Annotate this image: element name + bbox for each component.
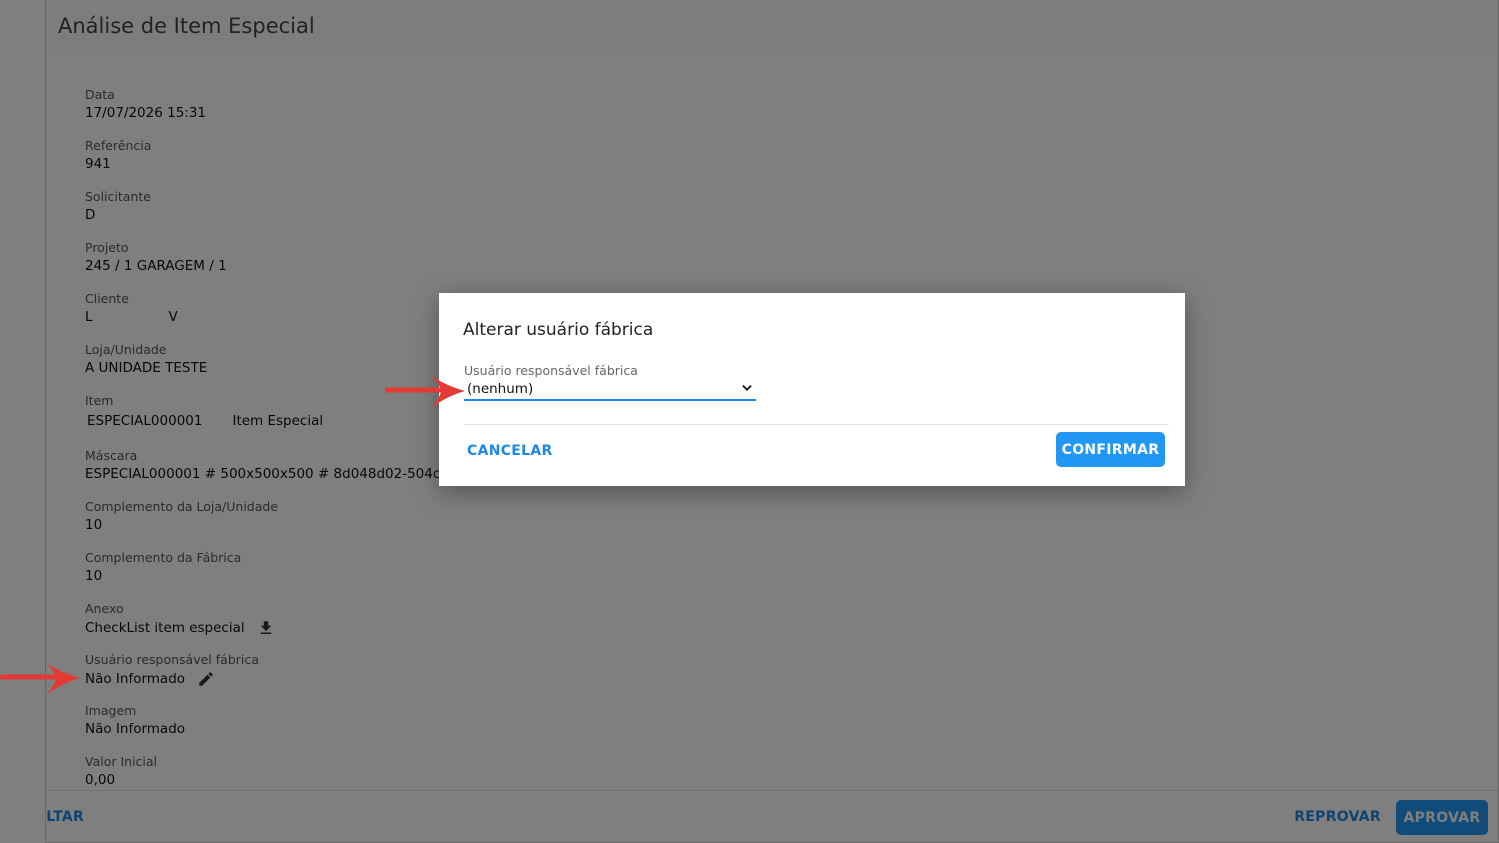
select-value: (nenhum)	[467, 381, 534, 397]
cancel-button[interactable]: CANCELAR	[467, 443, 553, 459]
annotation-arrow-icon	[0, 663, 80, 695]
dialog-title: Alterar usuário fábrica	[463, 320, 654, 340]
confirm-button[interactable]: CONFIRMAR	[1056, 432, 1165, 467]
change-user-dialog: Alterar usuário fábrica Usuário responsá…	[439, 293, 1185, 486]
dialog-divider	[464, 424, 1169, 425]
screen: Análise de Item Especial Data 17/07/2026…	[0, 0, 1499, 843]
select-label: Usuário responsável fábrica	[464, 363, 638, 378]
chevron-down-icon	[740, 380, 756, 399]
user-select[interactable]: (nenhum)	[464, 379, 756, 401]
annotation-arrow-icon	[385, 376, 465, 408]
